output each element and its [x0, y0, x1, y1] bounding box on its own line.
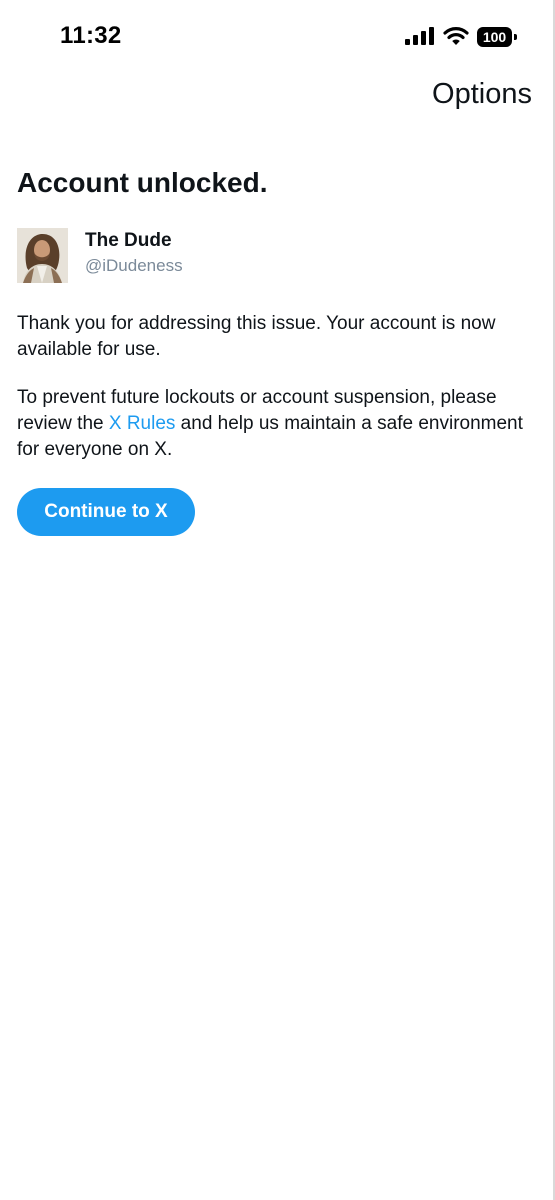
user-name: The Dude: [85, 230, 172, 251]
signal-icon: [405, 27, 434, 45]
battery-level: 100: [477, 27, 512, 47]
rules-message: To prevent future lockouts or account su…: [17, 385, 535, 463]
battery-tip: [514, 34, 517, 40]
page-title: Account unlocked.: [17, 167, 268, 198]
status-bar: 11:32 100: [0, 0, 555, 72]
battery-icon: 100: [477, 27, 517, 47]
user-handle: @iDudeness: [85, 256, 183, 275]
status-time: 11:32: [60, 22, 122, 49]
screen: 11:32 100 Options Account unlocked. The …: [0, 0, 555, 1200]
avatar: [17, 228, 68, 283]
unlock-message: Thank you for addressing this issue. You…: [17, 313, 496, 360]
options-button[interactable]: Options: [432, 78, 532, 111]
x-rules-link[interactable]: X Rules: [109, 413, 176, 434]
wifi-icon: [443, 27, 469, 45]
continue-button[interactable]: Continue to X: [17, 488, 195, 536]
